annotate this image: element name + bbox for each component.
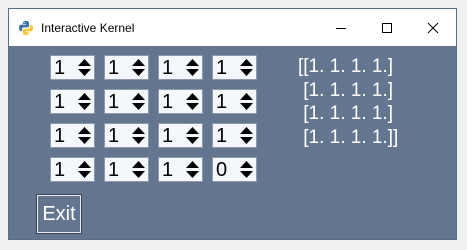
spin-arrows-icon[interactable]	[239, 58, 254, 77]
spinbox-value: 1	[54, 57, 66, 79]
spinbox-r4-c4[interactable]: 0	[212, 157, 257, 182]
spinbox-value: 1	[54, 159, 66, 181]
matrix-output: [[1. 1. 1. 1.] [1. 1. 1. 1.] [1. 1. 1. 1…	[298, 55, 428, 149]
window-title: Interactive Kernel	[41, 21, 135, 35]
python-icon	[19, 21, 33, 35]
client-area: 1 1 1 1 1 1 1 1 1 1 1 1 1 1 1 0 [[1. 1. …	[9, 46, 456, 239]
spin-arrows-icon[interactable]	[77, 160, 92, 179]
close-icon	[427, 22, 439, 33]
spin-arrows-icon[interactable]	[239, 126, 254, 145]
spinbox-r1-c4[interactable]: 1	[212, 55, 257, 80]
app-window: Interactive Kernel 1 1 1 1 1 1 1 1 1 1 1…	[8, 8, 457, 240]
spinbox-r4-c3[interactable]: 1	[158, 157, 203, 182]
spinbox-r2-c3[interactable]: 1	[158, 89, 203, 114]
title-bar[interactable]: Interactive Kernel	[9, 9, 456, 46]
matrix-line: [1. 1. 1. 1.]	[298, 79, 394, 101]
spinbox-r3-c2[interactable]: 1	[104, 123, 149, 148]
spinbox-value: 1	[216, 91, 228, 113]
spinbox-value: 1	[54, 125, 66, 147]
spin-arrows-icon[interactable]	[131, 92, 146, 111]
spinbox-value: 1	[108, 57, 120, 79]
spinbox-value: 1	[162, 159, 174, 181]
spinbox-value: 0	[216, 159, 228, 181]
spin-arrows-icon[interactable]	[131, 160, 146, 179]
spinbox-r3-c1[interactable]: 1	[50, 123, 95, 148]
spinbox-value: 1	[162, 57, 174, 79]
spinbox-value: 1	[162, 125, 174, 147]
spinbox-value: 1	[108, 159, 120, 181]
spinbox-r1-c3[interactable]: 1	[158, 55, 203, 80]
spinbox-r3-c3[interactable]: 1	[158, 123, 203, 148]
spinbox-r1-c1[interactable]: 1	[50, 55, 95, 80]
spinbox-r4-c2[interactable]: 1	[104, 157, 149, 182]
spin-arrows-icon[interactable]	[77, 126, 92, 145]
spinbox-r2-c4[interactable]: 1	[212, 89, 257, 114]
minimize-button[interactable]	[318, 9, 364, 46]
spin-arrows-icon[interactable]	[185, 92, 200, 111]
spinbox-r2-c1[interactable]: 1	[50, 89, 95, 114]
spin-arrows-icon[interactable]	[185, 126, 200, 145]
spinbox-r3-c4[interactable]: 1	[212, 123, 257, 148]
matrix-line: [1. 1. 1. 1.]]	[298, 126, 399, 148]
spin-arrows-icon[interactable]	[131, 58, 146, 77]
maximize-button[interactable]	[364, 9, 410, 46]
spin-arrows-icon[interactable]	[185, 160, 200, 179]
spin-arrows-icon[interactable]	[77, 58, 92, 77]
maximize-icon	[382, 22, 392, 33]
spin-arrows-icon[interactable]	[239, 92, 254, 111]
spin-arrows-icon[interactable]	[185, 58, 200, 77]
spin-arrows-icon[interactable]	[77, 92, 92, 111]
spinbox-value: 1	[54, 91, 66, 113]
spinbox-r2-c2[interactable]: 1	[104, 89, 149, 114]
spinbox-r1-c2[interactable]: 1	[104, 55, 149, 80]
close-button[interactable]	[410, 9, 456, 46]
spinbox-value: 1	[108, 125, 120, 147]
spinbox-value: 1	[108, 91, 120, 113]
spin-arrows-icon[interactable]	[131, 126, 146, 145]
spinbox-value: 1	[216, 125, 228, 147]
spinbox-r4-c1[interactable]: 1	[50, 157, 95, 182]
spin-arrows-icon[interactable]	[239, 160, 254, 179]
matrix-line: [[1. 1. 1. 1.]	[298, 56, 394, 77]
spinbox-value: 1	[216, 57, 228, 79]
spinbox-value: 1	[162, 91, 174, 113]
exit-button[interactable]: Exit	[36, 194, 82, 234]
matrix-line: [1. 1. 1. 1.]	[298, 103, 394, 124]
minimize-icon	[336, 27, 346, 29]
